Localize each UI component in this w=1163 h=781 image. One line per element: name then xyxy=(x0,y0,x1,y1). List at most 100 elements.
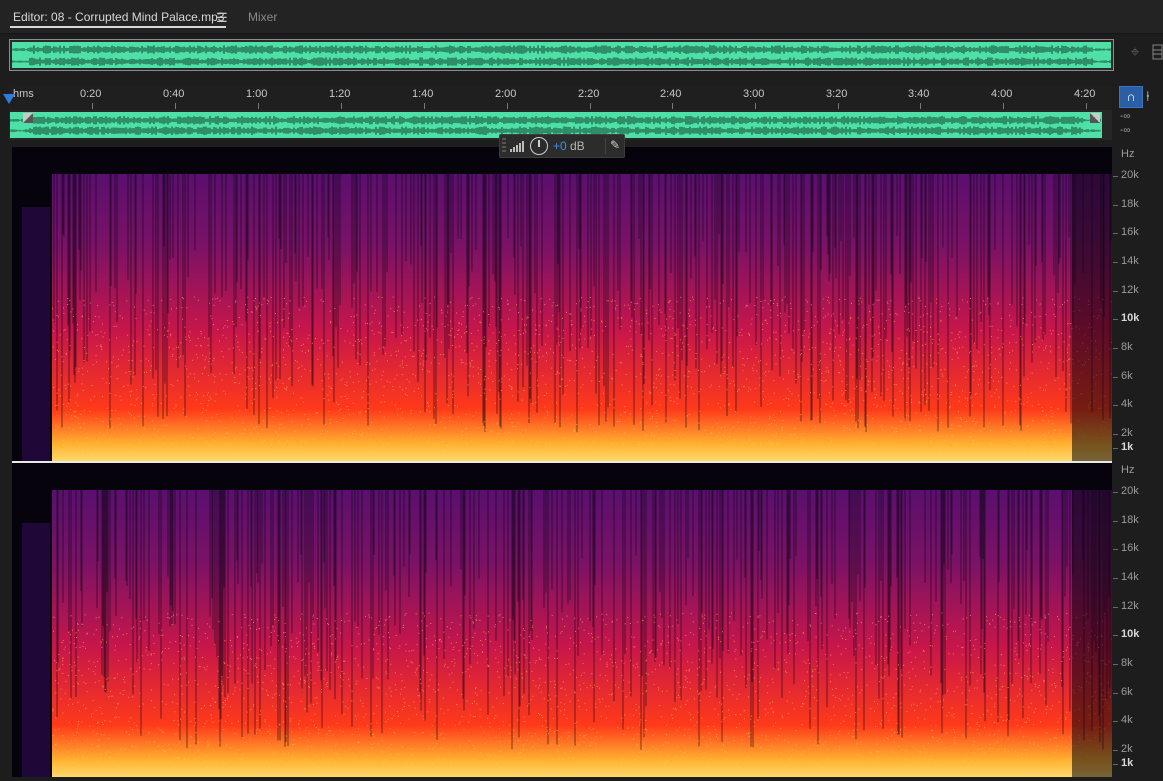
frequency-tick-label: 6k xyxy=(1121,370,1133,382)
frequency-tick-mark xyxy=(1113,434,1118,435)
ruler-tick-mark xyxy=(175,103,176,109)
overview-navigator[interactable] xyxy=(9,39,1114,71)
panel-scroll-icon[interactable] xyxy=(1152,44,1163,60)
pin-icon[interactable]: ✎ xyxy=(610,138,620,152)
frequency-tick-mark xyxy=(1113,176,1118,177)
ruler-tick-label: 1:40 xyxy=(412,88,434,100)
snap-magnet-icon[interactable]: ∩ xyxy=(1119,86,1143,108)
hud-drag-grip[interactable] xyxy=(502,138,506,154)
frequency-tick-label: 8k xyxy=(1121,657,1133,669)
ruler-tick-label: 1:00 xyxy=(246,88,268,100)
frequency-tick-label: 12k xyxy=(1121,284,1139,296)
tab-mixer[interactable]: Mixer xyxy=(248,10,277,24)
frequency-tick-label: 6k xyxy=(1121,686,1133,698)
ruler-tick-mark xyxy=(341,103,342,109)
frequency-scale-right: Hz 20k 18k 16k 14k 12k 10k 8k 6k 4k 2k 1k xyxy=(1113,463,1163,777)
frequency-tick-label: 20k xyxy=(1121,169,1139,181)
left-level-readout: -∞ xyxy=(1120,111,1131,122)
ruler-tick-mark xyxy=(838,103,839,109)
frequency-tick-mark xyxy=(1113,750,1118,751)
ruler-tick-label: 1:20 xyxy=(329,88,351,100)
ruler-tick-mark xyxy=(258,103,259,109)
frequency-tick-mark xyxy=(1113,693,1118,694)
frequency-tick-label: 18k xyxy=(1121,514,1139,526)
frequency-tick-label: 4k xyxy=(1121,714,1133,726)
spectrogram-lead-in xyxy=(22,523,50,777)
ruler-tick-label: 3:40 xyxy=(908,88,930,100)
ruler-tick-mark xyxy=(755,103,756,109)
frequency-tick-label: 10k xyxy=(1121,312,1140,324)
frequency-tick-mark xyxy=(1113,405,1118,406)
ruler-unit-label: hms xyxy=(13,88,34,100)
frequency-tick-mark xyxy=(1113,521,1118,522)
waveform-left-trace xyxy=(10,116,1101,125)
waveform-right-trace xyxy=(10,57,1113,66)
ruler-tick-mark xyxy=(424,103,425,109)
frequency-unit-label: Hz xyxy=(1121,464,1135,476)
spectrogram-right-image xyxy=(12,463,1112,777)
ruler-tick-label: 3:20 xyxy=(826,88,848,100)
ruler-tick-mark xyxy=(672,103,673,109)
frequency-tick-label: 1k xyxy=(1121,441,1134,453)
ruler-tick-mark xyxy=(1003,103,1004,109)
frequency-tick-mark xyxy=(1113,348,1118,349)
playhead-handle[interactable] xyxy=(3,94,15,104)
frequency-tick-label: 14k xyxy=(1121,571,1139,583)
level-bars-icon xyxy=(510,141,524,152)
ruler-tick-mark xyxy=(507,103,508,109)
waveform-left-trace xyxy=(10,45,1113,54)
frequency-tick-label: 8k xyxy=(1121,341,1133,353)
frequency-tick-mark xyxy=(1113,664,1118,665)
frequency-tick-label: 2k xyxy=(1121,743,1133,755)
volume-knob[interactable] xyxy=(530,137,548,155)
frequency-tick-mark xyxy=(1113,448,1118,449)
frequency-tick-label: 4k xyxy=(1121,398,1133,410)
frequency-tick-label: 14k xyxy=(1121,255,1139,267)
hud-divider xyxy=(605,138,606,154)
right-level-readout: -∞ xyxy=(1120,125,1131,136)
frequency-tick-mark xyxy=(1113,291,1118,292)
spectrogram-lead-in xyxy=(22,207,50,461)
frequency-tick-mark xyxy=(1113,764,1118,765)
volume-value[interactable]: +0 xyxy=(553,139,567,153)
frequency-scale-left: Hz 20k 18k 16k 14k 12k 10k 8k 6k 4k 2k 1k xyxy=(1113,147,1163,461)
panel-menu-icon[interactable]: ☰ xyxy=(216,10,228,26)
ruler-tick-mark xyxy=(92,103,93,109)
overview-waveform xyxy=(10,45,1113,66)
spectrogram-right-channel[interactable] xyxy=(12,463,1112,777)
frequency-tick-mark xyxy=(1113,635,1118,636)
fade-out-handle[interactable] xyxy=(1090,113,1100,123)
tab-editor[interactable]: Editor: 08 - Corrupted Mind Palace.mp3 xyxy=(13,10,224,24)
zoom-navigator-icon[interactable]: ⌖ xyxy=(1125,43,1145,63)
spectrogram-fade-tail xyxy=(1072,490,1112,777)
frequency-tick-label: 1k xyxy=(1121,757,1134,769)
frequency-tick-label: 12k xyxy=(1121,600,1139,612)
ruler-tick-label: 0:40 xyxy=(163,88,185,100)
frequency-tick-mark xyxy=(1113,492,1118,493)
spectrogram-fade-tail xyxy=(1072,174,1112,461)
ruler-tick-label: 4:20 xyxy=(1074,88,1096,100)
marker-pin-icon[interactable]: ⍿ xyxy=(1146,86,1158,106)
ruler-tick-mark xyxy=(590,103,591,109)
frequency-tick-label: 16k xyxy=(1121,226,1139,238)
volume-unit: dB xyxy=(570,139,585,153)
frequency-unit-label: Hz xyxy=(1121,148,1135,160)
frequency-tick-mark xyxy=(1113,377,1118,378)
frequency-tick-label: 10k xyxy=(1121,628,1140,640)
frequency-tick-mark xyxy=(1113,262,1118,263)
frequency-tick-mark xyxy=(1113,205,1118,206)
frequency-tick-mark xyxy=(1113,549,1118,550)
fade-in-handle[interactable] xyxy=(23,113,33,123)
ruler-tick-label: 2:40 xyxy=(660,88,682,100)
frequency-tick-mark xyxy=(1113,578,1118,579)
ruler-tick-label: 3:00 xyxy=(743,88,765,100)
ruler-tick-label: 0:20 xyxy=(80,88,102,100)
spectrogram-left-image xyxy=(12,147,1112,461)
spectrogram-left-channel[interactable] xyxy=(12,147,1112,461)
time-ruler[interactable]: hms 0:20 0:40 1:00 1:20 1:40 2:00 2:20 2:40 3:00… xyxy=(9,85,1112,110)
ruler-tick-label: 2:20 xyxy=(578,88,600,100)
ruler-tick-mark xyxy=(1086,103,1087,109)
frequency-tick-mark xyxy=(1113,607,1118,608)
ruler-tick-mark xyxy=(920,103,921,109)
frequency-tick-label: 16k xyxy=(1121,542,1139,554)
